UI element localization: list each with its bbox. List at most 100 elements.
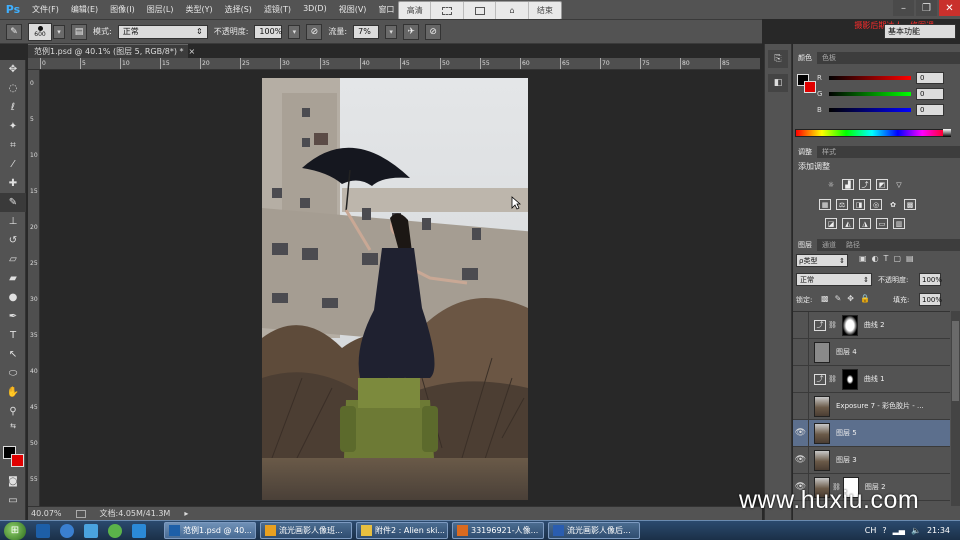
layer-row[interactable]: 👁 图层 3 bbox=[793, 446, 950, 474]
fill-input[interactable]: 100% bbox=[919, 293, 942, 306]
quick-mask-icon[interactable]: ◙ bbox=[0, 472, 26, 491]
exposure-icon[interactable]: ◩ bbox=[876, 179, 888, 190]
move-tool-icon[interactable]: ✥ bbox=[0, 60, 26, 79]
color-spectrum-bw[interactable] bbox=[943, 129, 951, 137]
hand-tool-icon[interactable]: ✋ bbox=[0, 383, 26, 402]
brush-panel-toggle-icon[interactable]: ▤ bbox=[71, 23, 87, 40]
brush-size-arrow[interactable]: ▾ bbox=[53, 24, 65, 39]
layer-visibility-icon[interactable] bbox=[793, 365, 809, 393]
minimize-button[interactable]: – bbox=[893, 0, 914, 16]
photoshop-quick-icon[interactable] bbox=[36, 523, 50, 538]
screen-mode-icon[interactable]: ▭ bbox=[0, 491, 26, 510]
filter-adjust-icon[interactable]: ◐ bbox=[872, 254, 879, 263]
status-arrow-icon[interactable]: ▸ bbox=[184, 509, 188, 518]
mode-select[interactable]: 正常 ⇕ bbox=[117, 24, 208, 39]
layer-row[interactable]: 图层 4 bbox=[793, 338, 950, 366]
app-quick-icon[interactable] bbox=[132, 523, 146, 538]
volume-icon[interactable]: 🔈 bbox=[911, 526, 921, 535]
marquee-tool-icon[interactable]: ◌ bbox=[0, 79, 26, 98]
invert-icon[interactable]: ◪ bbox=[825, 218, 837, 229]
end-button[interactable]: 结束 bbox=[529, 2, 561, 19]
black-white-icon[interactable]: ◨ bbox=[853, 199, 865, 210]
history-brush-tool-icon[interactable]: ↺ bbox=[0, 231, 26, 250]
filter-type-icon[interactable]: T bbox=[884, 254, 889, 263]
pressure-size-icon[interactable]: ⊘ bbox=[425, 23, 442, 40]
layer-row[interactable]: ⤴ ⛓ 曲线 2 bbox=[793, 312, 950, 339]
menu-item-9[interactable]: 窗口 bbox=[372, 4, 400, 15]
network-tray-icon[interactable]: ▂▄ bbox=[893, 526, 905, 535]
workspace-select[interactable]: 基本功能 bbox=[884, 24, 956, 39]
lock-all-icon[interactable]: 🔒 bbox=[860, 294, 870, 303]
hd-button[interactable]: 高清 bbox=[399, 2, 432, 19]
color-balance-icon[interactable]: ⚖ bbox=[836, 199, 848, 210]
color-lookup-icon[interactable]: ▩ bbox=[904, 199, 916, 210]
tab-swatches[interactable]: 色板 bbox=[817, 53, 841, 63]
layer-row[interactable]: Exposure 7 - 彩色胶片 - ... bbox=[793, 392, 950, 420]
layer-row[interactable]: 👁 图层 5 bbox=[793, 419, 950, 447]
color-slider-r[interactable]: R0 bbox=[817, 72, 944, 84]
pen-tool-icon[interactable]: ✒ bbox=[0, 307, 26, 326]
slider-track[interactable] bbox=[829, 108, 911, 112]
photo-filter-icon[interactable]: ◎ bbox=[870, 199, 882, 210]
zoom-level[interactable]: 40.07% bbox=[31, 509, 62, 518]
swap-colors-icon[interactable]: ⇆ bbox=[0, 421, 26, 431]
tab-paths[interactable]: 路径 bbox=[841, 240, 865, 250]
brush-tool-icon[interactable]: ✎ bbox=[0, 193, 26, 212]
layer-visibility-icon[interactable]: 👁 bbox=[793, 419, 809, 447]
panel-background-swatch[interactable] bbox=[804, 81, 816, 93]
taskbar-task[interactable]: 33196921-人像... bbox=[452, 522, 544, 539]
shape-tool-icon[interactable]: ⬭ bbox=[0, 364, 26, 383]
type-tool-icon[interactable]: T bbox=[0, 326, 26, 345]
opacity-arrow[interactable]: ▾ bbox=[288, 24, 301, 39]
restore-button[interactable]: ❐ bbox=[916, 0, 937, 16]
layer-filter-select[interactable]: ρ类型 ⇕ bbox=[796, 254, 848, 267]
layer-visibility-icon[interactable] bbox=[793, 338, 809, 366]
window-button[interactable] bbox=[464, 2, 497, 19]
zoom-tool-icon[interactable]: ⚲ bbox=[0, 402, 26, 421]
dodge-tool-icon[interactable]: ● bbox=[0, 288, 26, 307]
color-slider-b[interactable]: B0 bbox=[817, 104, 944, 116]
lock-transparent-icon[interactable]: ▩ bbox=[821, 294, 829, 303]
menu-item-7[interactable]: 3D(D) bbox=[297, 4, 333, 15]
taskbar-task[interactable]: 流光画影人像班... bbox=[260, 522, 352, 539]
layer-opacity-input[interactable]: 100% bbox=[919, 273, 942, 286]
taskbar-task[interactable]: 流光画影人像后... bbox=[548, 522, 640, 539]
slider-value-input[interactable]: 0 bbox=[916, 88, 944, 100]
taskbar-task[interactable]: 附件2 : Alien ski... bbox=[356, 522, 448, 539]
flow-arrow[interactable]: ▾ bbox=[385, 24, 398, 39]
eyedropper-tool-icon[interactable]: ⁄ bbox=[0, 155, 26, 174]
brightness-icon[interactable]: ☼ bbox=[825, 179, 837, 190]
pressure-opacity-icon[interactable]: ⊘ bbox=[306, 23, 323, 40]
document-image[interactable] bbox=[262, 78, 528, 500]
background-color-swatch[interactable] bbox=[11, 454, 24, 467]
slider-track[interactable] bbox=[829, 76, 911, 80]
menu-item-0[interactable]: 文件(F) bbox=[26, 4, 65, 15]
layer-visibility-icon[interactable] bbox=[793, 312, 809, 339]
gradient-tool-icon[interactable]: ▰ bbox=[0, 269, 26, 288]
tab-layers[interactable]: 图层 bbox=[793, 239, 817, 251]
posterize-icon[interactable]: ◭ bbox=[842, 218, 854, 229]
lasso-tool-icon[interactable]: ℓ bbox=[0, 98, 26, 117]
layers-scroll-thumb[interactable] bbox=[952, 321, 959, 401]
help-icon[interactable]: ? bbox=[882, 526, 886, 535]
properties-panel-icon[interactable]: ◧ bbox=[768, 74, 788, 92]
menu-item-2[interactable]: 图像(I) bbox=[104, 4, 141, 15]
taskbar-task[interactable]: 范例1.psd @ 40... bbox=[164, 522, 256, 539]
menu-item-3[interactable]: 图层(L) bbox=[141, 4, 180, 15]
ie-quick-icon[interactable] bbox=[60, 523, 74, 538]
menu-item-8[interactable]: 视图(V) bbox=[333, 4, 373, 15]
menu-item-6[interactable]: 滤镜(T) bbox=[258, 4, 297, 15]
status-menu-icon[interactable] bbox=[75, 509, 86, 518]
selective-color-icon[interactable]: ▥ bbox=[893, 218, 905, 229]
gradient-map-icon[interactable]: ▭ bbox=[876, 218, 888, 229]
layer-visibility-icon[interactable] bbox=[793, 392, 809, 420]
panel-color-swatches[interactable] bbox=[797, 74, 817, 94]
chrome-quick-icon[interactable] bbox=[108, 523, 122, 538]
home-button[interactable]: ⌂ bbox=[496, 2, 529, 19]
opacity-input[interactable]: 100% bbox=[254, 24, 283, 39]
lock-position-icon[interactable]: ✥ bbox=[847, 294, 854, 303]
lock-pixels-icon[interactable]: ✎ bbox=[835, 294, 842, 303]
document-tab[interactable]: 范例1.psd @ 40.1% (图层 5, RGB/8*) * × bbox=[28, 44, 195, 58]
path-selection-tool-icon[interactable]: ↖ bbox=[0, 345, 26, 364]
network-quick-icon[interactable] bbox=[84, 523, 98, 538]
